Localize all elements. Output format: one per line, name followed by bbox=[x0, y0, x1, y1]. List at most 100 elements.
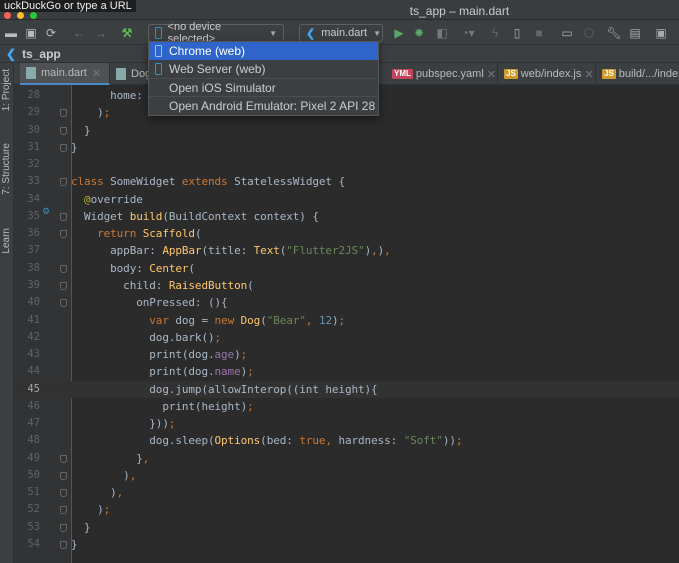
fold-marker-icon[interactable] bbox=[60, 524, 67, 532]
learn-tool-button[interactable]: Learn bbox=[1, 228, 12, 254]
sdk-manager-icon[interactable]: ⬡ bbox=[582, 24, 596, 41]
stop-icon[interactable]: ■ bbox=[532, 24, 546, 41]
fold-marker-icon[interactable] bbox=[60, 506, 67, 514]
line-number: 45 bbox=[14, 381, 40, 398]
code-token: ; bbox=[104, 106, 111, 119]
menu-item-android-emulator[interactable]: Open Android Emulator: Pixel 2 API 28 bbox=[149, 96, 378, 114]
menu-item-label: Open Android Emulator: Pixel 2 API 28 bbox=[169, 99, 375, 113]
back-arrow-icon[interactable]: ← bbox=[72, 24, 86, 41]
tab-main-dart[interactable]: main.dart ✕ bbox=[20, 63, 110, 85]
code-token: } bbox=[71, 521, 91, 534]
title-bar: uckDuckGo or type a URL ts_app – main.da… bbox=[0, 0, 679, 20]
fold-marker-icon[interactable] bbox=[60, 178, 67, 186]
line-number: 46 bbox=[14, 398, 40, 415]
code-token: StatelessWidget { bbox=[228, 175, 345, 188]
device-selector[interactable]: <no device selected> ▼ bbox=[148, 24, 284, 42]
code-line[interactable]: 34 @override bbox=[14, 191, 679, 208]
fold-marker-icon[interactable] bbox=[60, 127, 67, 135]
menu-item-ios-simulator[interactable]: Open iOS Simulator bbox=[149, 78, 378, 96]
fold-marker-icon[interactable] bbox=[60, 213, 67, 221]
run-icon[interactable]: ▶ bbox=[392, 24, 406, 41]
code-line[interactable]: 33class SomeWidget extends StatelessWidg… bbox=[14, 173, 679, 190]
breadcrumb-project[interactable]: ts_app bbox=[22, 47, 61, 61]
code-line[interactable]: 54} bbox=[14, 536, 679, 553]
open-folder-icon[interactable]: ▬ bbox=[4, 24, 18, 41]
structure-tool-button[interactable]: 7: Structure bbox=[1, 143, 12, 195]
fold-marker-icon[interactable] bbox=[60, 472, 67, 480]
menu-item-chrome-web[interactable]: Chrome (web) bbox=[149, 42, 378, 60]
code-token: true bbox=[299, 434, 325, 447]
code-line[interactable]: 51 ), bbox=[14, 484, 679, 501]
sync-icon[interactable]: ⟳ bbox=[44, 24, 58, 41]
code-line[interactable]: 36 return Scaffold( bbox=[14, 225, 679, 242]
flutter-inspector-icon[interactable]: ▯ bbox=[510, 24, 524, 41]
fold-marker-icon[interactable] bbox=[60, 455, 67, 463]
code-token: ; bbox=[169, 417, 176, 430]
fold-marker-icon[interactable] bbox=[60, 282, 67, 290]
device-manager-icon[interactable]: ▭ bbox=[560, 24, 574, 41]
code-line[interactable]: 39 child: RaisedButton( bbox=[14, 277, 679, 294]
project-tool-button[interactable]: 1: Project bbox=[1, 69, 12, 111]
code-line[interactable]: 49 }, bbox=[14, 450, 679, 467]
code-line[interactable]: 46 print(height); bbox=[14, 398, 679, 415]
line-number: 35 bbox=[14, 208, 40, 225]
code-line[interactable]: 32 bbox=[14, 156, 679, 173]
code-line[interactable]: 40 onPressed: (){ bbox=[14, 294, 679, 311]
code-line[interactable]: 50 ), bbox=[14, 467, 679, 484]
fold-marker-icon[interactable] bbox=[60, 230, 67, 238]
fold-marker-icon[interactable] bbox=[60, 109, 67, 117]
tab-pubspec-yaml[interactable]: YML pubspec.yaml✕ bbox=[386, 63, 498, 85]
build-hammer-icon[interactable]: ⚒ bbox=[120, 24, 134, 41]
fold-marker-icon[interactable] bbox=[60, 299, 67, 307]
code-line[interactable]: 43 print(dog.age); bbox=[14, 346, 679, 363]
code-line[interactable]: 35 Widget build(BuildContext context) { bbox=[14, 208, 679, 225]
debug-icon[interactable]: ✹ bbox=[412, 24, 426, 41]
js-file-icon: JS bbox=[504, 69, 518, 79]
code-text: print(dog.name); bbox=[71, 363, 254, 380]
fold-marker-icon[interactable] bbox=[60, 489, 67, 497]
close-icon[interactable]: ✕ bbox=[584, 68, 593, 81]
override-marker-icon[interactable]: ⚙ bbox=[42, 206, 50, 217]
hot-reload-icon[interactable]: ϟ bbox=[488, 24, 502, 41]
code-line[interactable]: 31} bbox=[14, 139, 679, 156]
code-line[interactable]: 42 dog.bark(); bbox=[14, 329, 679, 346]
code-line[interactable]: 47 })); bbox=[14, 415, 679, 432]
fold-marker-icon[interactable] bbox=[60, 541, 67, 549]
terminal-icon[interactable]: ▣ bbox=[654, 24, 668, 41]
settings-wrench-icon[interactable]: 🔧︎ bbox=[607, 24, 621, 41]
profile-icon[interactable]: ◔▾ bbox=[457, 24, 479, 41]
code-line[interactable]: 41 var dog = new Dog("Bear", 12); bbox=[14, 312, 679, 329]
fold-marker-icon[interactable] bbox=[60, 265, 67, 273]
code-line[interactable]: 48 dog.sleep(Options(bed: true, hardness… bbox=[14, 432, 679, 449]
attach-icon[interactable]: ◧ bbox=[435, 24, 449, 41]
line-number: 52 bbox=[14, 501, 40, 518]
save-icon[interactable]: ▣ bbox=[24, 24, 38, 41]
code-editor[interactable]: 28 home: 29 );30 }31}3233class SomeWidge… bbox=[14, 85, 679, 563]
code-line[interactable]: 52 ); bbox=[14, 501, 679, 518]
tab-web-index-js[interactable]: JS web/index.js✕ bbox=[498, 63, 596, 85]
code-line[interactable]: 45 dog.jump(allowInterop((int height){ bbox=[14, 381, 679, 398]
code-line[interactable]: 30 } bbox=[14, 122, 679, 139]
code-token: (title: bbox=[201, 244, 253, 257]
code-token: class bbox=[71, 175, 104, 188]
code-text: }, bbox=[71, 450, 149, 467]
code-line[interactable]: 53 } bbox=[14, 519, 679, 536]
close-icon[interactable]: ✕ bbox=[487, 68, 496, 81]
code-line[interactable]: 38 body: Center( bbox=[14, 260, 679, 277]
code-token: Dog bbox=[241, 314, 261, 327]
code-line[interactable]: 37 appBar: AppBar(title: Text("Flutter2J… bbox=[14, 242, 679, 259]
close-icon[interactable]: ✕ bbox=[92, 67, 101, 80]
run-config-selector[interactable]: ❮ main.dart ▼ bbox=[299, 24, 383, 42]
tab-label: main.dart bbox=[41, 67, 87, 79]
code-token bbox=[71, 314, 149, 327]
forward-arrow-icon[interactable]: → bbox=[94, 24, 108, 41]
project-structure-icon[interactable]: ▤ bbox=[628, 24, 642, 41]
code-line[interactable]: 44 print(dog.name); bbox=[14, 363, 679, 380]
tab-build-index-js[interactable]: JS build/.../index.js bbox=[596, 63, 679, 85]
code-text: } bbox=[71, 122, 91, 139]
line-number: 48 bbox=[14, 432, 40, 449]
menu-item-web-server[interactable]: Web Server (web) bbox=[149, 60, 378, 78]
js-file-icon: JS bbox=[602, 69, 616, 79]
fold-marker-icon[interactable] bbox=[60, 144, 67, 152]
code-token: ) bbox=[71, 503, 104, 516]
